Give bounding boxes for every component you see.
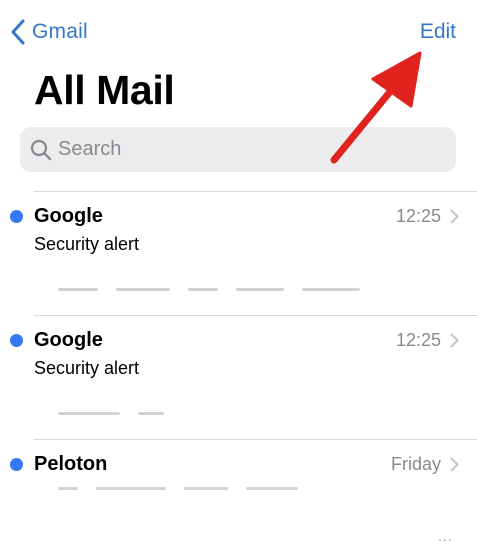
page-title: All Mail [34, 67, 175, 113]
mail-subject: Security alert [34, 358, 140, 378]
mail-list: Google 12:25 Security alert Google 12:25… [0, 191, 477, 500]
chevron-right-icon [450, 209, 459, 224]
mail-list-item[interactable]: Google 12:25 Security alert [0, 316, 477, 439]
search-field[interactable] [20, 127, 456, 172]
more-ellipsis: ... [438, 528, 453, 544]
chevron-right-icon [450, 333, 459, 348]
edit-button[interactable]: Edit [420, 18, 456, 46]
mail-time: 12:25 [395, 206, 441, 226]
mail-list-item[interactable]: Peloton Friday [0, 440, 477, 500]
mail-sender: Peloton [34, 453, 108, 475]
mail-preview [58, 412, 388, 422]
mail-list-item[interactable]: Google 12:25 Security alert [0, 192, 477, 315]
chevron-left-icon [10, 19, 26, 45]
back-button[interactable]: Gmail [10, 18, 88, 46]
mail-time: 12:25 [395, 330, 441, 350]
mail-sender: Google [34, 205, 103, 227]
mail-sender: Google [34, 329, 103, 351]
unread-indicator [10, 458, 23, 471]
mail-preview [58, 487, 388, 497]
mail-subject: Security alert [34, 234, 140, 254]
mail-preview [58, 288, 388, 298]
search-icon [30, 139, 52, 161]
unread-indicator [10, 210, 23, 223]
unread-indicator [10, 334, 23, 347]
back-button-label: Gmail [32, 20, 88, 43]
mail-time: Friday [390, 454, 441, 474]
search-input[interactable] [58, 138, 418, 161]
chevron-right-icon [450, 457, 459, 472]
